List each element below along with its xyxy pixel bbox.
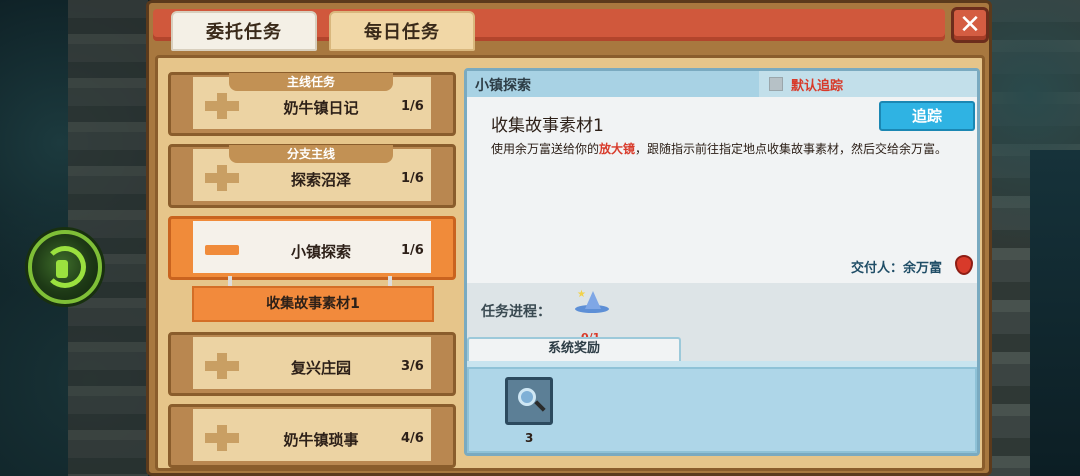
objective-title: 收集故事素材1 — [491, 116, 604, 136]
wizard-hat-icon: ★ — [575, 289, 609, 315]
quest-progress: 1/6 — [401, 171, 424, 186]
swirl-dot — [56, 260, 68, 278]
quest-name: 探索沼泽 — [290, 171, 351, 189]
close-button[interactable]: ✕ — [951, 7, 989, 43]
quest-name: 奶牛镇日记 — [283, 99, 359, 117]
track-default-label: 默认追踪 — [791, 79, 844, 94]
sub-quest-item[interactable]: 收集故事素材1 — [192, 286, 434, 322]
tab-system-reward[interactable]: 系统奖励 — [467, 337, 681, 361]
quest-category: 主线任务 — [229, 73, 393, 91]
quest-giver: 交付人：余万富 — [851, 261, 943, 276]
tab-commission[interactable]: 委托任务 — [171, 11, 317, 51]
background-right — [980, 0, 1080, 476]
expand-plus-icon — [205, 353, 239, 379]
quest-list: 主线任务 奶牛镇日记 1/6 分支主线 探索沼泽 1/6 小镇探索 1/6 收集… — [168, 68, 458, 468]
quest-name: 奶牛镇琐事 — [283, 431, 359, 449]
progress-label: 任务进程： — [481, 304, 551, 320]
quest-category: 分支主线 — [229, 145, 393, 163]
quest-item-5[interactable]: 奶牛镇琐事 4/6 — [168, 404, 456, 468]
quest-progress: 1/6 — [401, 99, 424, 114]
quest-progress: 3/6 — [401, 359, 424, 374]
expand-plus-icon — [205, 165, 239, 191]
location-pin-icon[interactable] — [955, 255, 973, 275]
reward-area: 3 — [467, 367, 977, 453]
water-decoration — [1030, 150, 1080, 476]
quest-name: 小镇探索 — [290, 243, 351, 261]
quest-item-1[interactable]: 主线任务 奶牛镇日记 1/6 — [168, 72, 456, 136]
quest-name: 复兴庄园 — [290, 359, 351, 377]
desc-highlight: 放大镜 — [599, 142, 636, 156]
desc-text: ，跟随指示前往指定地点收集故事素材，然后交给余万富。 — [635, 142, 948, 156]
quest-progress: 1/6 — [401, 243, 424, 258]
magnifier-icon[interactable] — [505, 377, 553, 425]
quest-item-2[interactable]: 分支主线 探索沼泽 1/6 — [168, 144, 456, 208]
expand-plus-icon — [205, 93, 239, 119]
detail-title: 小镇探索 — [475, 78, 531, 94]
quest-item-4[interactable]: 复兴庄园 3/6 — [168, 332, 456, 396]
quest-item-3[interactable]: 小镇探索 1/6 — [168, 216, 456, 280]
desc-text: 使用余万富送给你的 — [491, 142, 600, 156]
track-default-toggle[interactable]: 默认追踪 — [759, 71, 977, 97]
quest-progress: 4/6 — [401, 431, 424, 446]
tab-daily[interactable]: 每日任务 — [329, 11, 475, 51]
detail-body: 收集故事素材1 追踪 使用余万富送给你的放大镜，跟随指示前往指定地点收集故事素材… — [467, 97, 977, 283]
quest-description: 使用余万富送给你的放大镜，跟随指示前往指定地点收集故事素材，然后交给余万富。 — [491, 139, 951, 159]
content-panel: 主线任务 奶牛镇日记 1/6 分支主线 探索沼泽 1/6 小镇探索 1/6 收集… — [155, 55, 985, 471]
expand-plus-icon — [205, 425, 239, 451]
side-menu-button[interactable] — [28, 230, 102, 304]
quest-detail-panel: 小镇探索 默认追踪 收集故事素材1 追踪 使用余万富送给你的放大镜，跟随指示前往… — [464, 68, 980, 456]
detail-header: 小镇探索 默认追踪 — [467, 71, 977, 97]
collapse-minus-icon — [205, 245, 239, 255]
checkbox[interactable] — [769, 77, 783, 91]
track-button[interactable]: 追踪 — [879, 101, 975, 131]
quest-window: 委托任务 每日任务 ✕ 主线任务 奶牛镇日记 1/6 分支主线 探索沼泽 1/6… — [146, 0, 992, 476]
reward-count: 3 — [525, 431, 534, 445]
